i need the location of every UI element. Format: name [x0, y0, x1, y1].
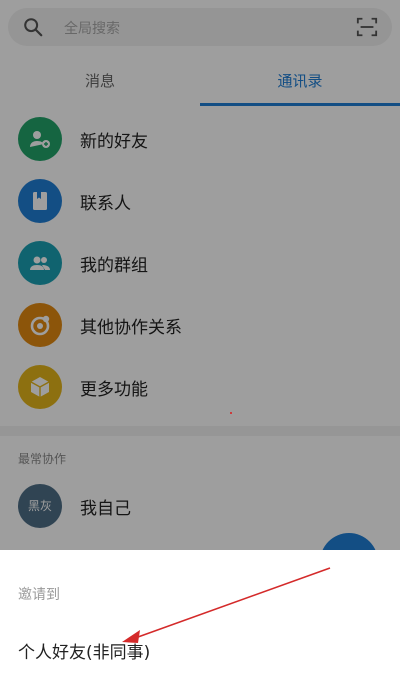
sheet-option-personal-friend[interactable]: 个人好友(非同事)	[18, 638, 150, 663]
invite-bottom-sheet: 邀请到 个人好友(非同事)	[0, 550, 400, 692]
sheet-title: 邀请到	[18, 587, 60, 603]
dim-overlay[interactable]	[0, 0, 400, 550]
annotation-dot	[230, 412, 232, 414]
